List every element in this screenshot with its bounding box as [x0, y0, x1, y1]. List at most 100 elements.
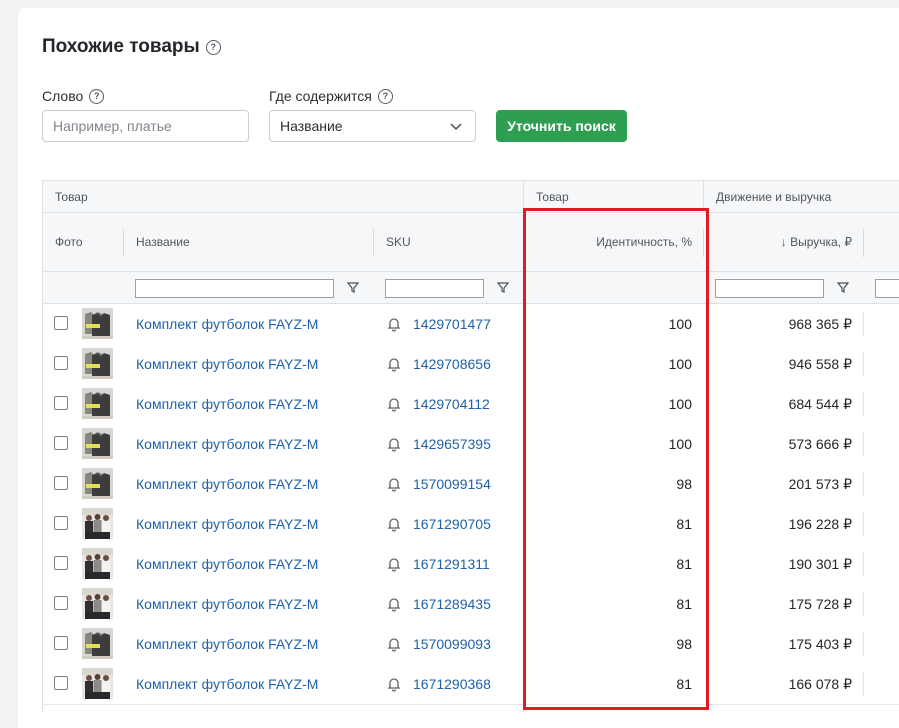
product-name-link[interactable]: Комплект футболок FAYZ-M	[136, 584, 318, 624]
row-checkbox[interactable]	[54, 436, 68, 450]
sku-link[interactable]: 1570099093	[413, 624, 491, 664]
table-row[interactable]: Комплект футболок FAYZ-M 1671291311 81 1…	[43, 544, 899, 585]
product-name-link[interactable]: Комплект футболок FAYZ-M	[136, 504, 318, 544]
table-row[interactable]: Комплект футболок FAYZ-M 1429704112 100 …	[43, 384, 899, 425]
product-photo-models-icon[interactable]	[82, 508, 113, 539]
table-row[interactable]: Комплект футболок FAYZ-M 1671289435 81 1…	[43, 584, 899, 625]
table-row[interactable]: Комплект футболок FAYZ-M 1671290705 81 1…	[43, 504, 899, 545]
bell-icon[interactable]	[386, 556, 402, 572]
row-checkbox[interactable]	[54, 556, 68, 570]
column-divider	[863, 552, 864, 576]
group-header-product: Товар	[55, 189, 88, 204]
bell-icon[interactable]	[386, 596, 402, 612]
product-photo-models-icon[interactable]	[82, 588, 113, 619]
help-icon[interactable]: ?	[205, 39, 221, 55]
product-name-link[interactable]: Комплект футболок FAYZ-M	[136, 544, 318, 584]
chevron-down-icon	[450, 123, 462, 131]
product-name-link[interactable]: Комплект футболок FAYZ-M	[136, 624, 318, 664]
revenue-value: 175 403 ₽	[788, 635, 852, 652]
column-divider	[863, 352, 864, 376]
bell-icon[interactable]	[386, 396, 402, 412]
identity-column-highlight	[523, 208, 709, 710]
col-header-revenue[interactable]: ↓ Выручка, ₽	[713, 213, 852, 271]
row-checkbox[interactable]	[54, 316, 68, 330]
table-row[interactable]: Комплект футболок FAYZ-M 1671290368 81 1…	[43, 664, 899, 705]
product-photo-shirts-icon[interactable]	[82, 348, 113, 379]
column-divider[interactable]	[373, 229, 374, 257]
help-icon[interactable]: ?	[89, 88, 105, 104]
column-divider[interactable]	[863, 229, 864, 257]
revenue-value: 946 558 ₽	[788, 355, 852, 372]
help-icon[interactable]: ?	[377, 88, 393, 104]
where-label-text: Где содержится	[269, 88, 372, 104]
product-photo-models-icon[interactable]	[82, 668, 113, 699]
bell-icon[interactable]	[386, 356, 402, 372]
word-label: Слово ?	[42, 88, 105, 104]
table-row[interactable]: Комплект футболок FAYZ-M 1570099154 98 2…	[43, 464, 899, 505]
revenue-filter-input[interactable]	[715, 279, 824, 298]
row-checkbox[interactable]	[54, 636, 68, 650]
bell-icon[interactable]	[386, 676, 402, 692]
filter-icon[interactable]	[836, 280, 850, 294]
product-name-link[interactable]: Комплект футболок FAYZ-M	[136, 304, 318, 344]
sku-link[interactable]: 1671291311	[413, 544, 490, 584]
column-divider[interactable]	[123, 229, 124, 257]
bell-icon[interactable]	[386, 516, 402, 532]
revenue-value: 573 666 ₽	[788, 435, 852, 452]
row-checkbox[interactable]	[54, 516, 68, 530]
next-filter-input[interactable]	[875, 279, 899, 298]
revenue-value: 196 228 ₽	[788, 515, 852, 532]
col-header-sku[interactable]: SKU	[386, 213, 411, 271]
product-name-link[interactable]: Комплект футболок FAYZ-M	[136, 464, 318, 504]
table-row[interactable]: Комплект футболок FAYZ-M 1570099093 98 1…	[43, 624, 899, 665]
sku-link[interactable]: 1570099154	[413, 464, 491, 504]
table-row[interactable]: Комплект футболок FAYZ-M 1429708656 100 …	[43, 344, 899, 385]
product-photo-shirts-icon[interactable]	[82, 468, 113, 499]
product-photo-shirts-icon[interactable]	[82, 628, 113, 659]
filter-icon[interactable]	[346, 280, 360, 294]
product-photo-shirts-icon[interactable]	[82, 308, 113, 339]
column-divider	[863, 632, 864, 656]
column-divider	[863, 312, 864, 336]
row-checkbox[interactable]	[54, 596, 68, 610]
row-checkbox[interactable]	[54, 676, 68, 690]
sku-link[interactable]: 1671290368	[413, 664, 491, 704]
where-select[interactable]: Название	[269, 110, 476, 142]
where-select-value: Название	[280, 118, 343, 134]
bell-icon[interactable]	[386, 636, 402, 652]
product-name-link[interactable]: Комплект футболок FAYZ-M	[136, 344, 318, 384]
page-title-text: Похожие товары	[42, 36, 200, 57]
product-name-link[interactable]: Комплект футболок FAYZ-M	[136, 424, 318, 464]
product-name-link[interactable]: Комплект футболок FAYZ-M	[136, 384, 318, 424]
word-search-input[interactable]: Например, платье	[42, 110, 249, 142]
sku-link[interactable]: 1429708656	[413, 344, 491, 384]
sku-link[interactable]: 1429701477	[413, 304, 491, 344]
name-filter-input[interactable]	[135, 279, 334, 298]
revenue-value: 201 573 ₽	[788, 475, 852, 492]
bell-icon[interactable]	[386, 436, 402, 452]
col-header-name[interactable]: Название	[136, 213, 190, 271]
sku-link[interactable]: 1671290705	[413, 504, 491, 544]
bell-icon[interactable]	[386, 316, 402, 332]
group-header-row: Товар Товар Движение и выручка	[43, 181, 899, 213]
sku-link[interactable]: 1429704112	[413, 384, 490, 424]
table-row[interactable]: Комплект футболок FAYZ-M 1429657395 100 …	[43, 424, 899, 465]
filter-icon[interactable]	[496, 280, 510, 294]
sku-filter-input[interactable]	[385, 279, 484, 298]
sku-link[interactable]: 1429657395	[413, 424, 491, 464]
product-photo-shirts-icon[interactable]	[82, 388, 113, 419]
column-divider	[863, 672, 864, 696]
product-name-link[interactable]: Комплект футболок FAYZ-M	[136, 664, 318, 704]
table-row[interactable]: Комплект футболок FAYZ-M 1429701477 100 …	[43, 304, 899, 345]
refine-search-button[interactable]: Уточнить поиск	[496, 110, 627, 142]
column-divider	[863, 472, 864, 496]
sku-link[interactable]: 1671289435	[413, 584, 491, 624]
row-checkbox[interactable]	[54, 356, 68, 370]
col-header-photo[interactable]: Фото	[55, 213, 83, 271]
bell-icon[interactable]	[386, 476, 402, 492]
row-checkbox[interactable]	[54, 476, 68, 490]
row-checkbox[interactable]	[54, 396, 68, 410]
column-divider	[863, 592, 864, 616]
product-photo-shirts-icon[interactable]	[82, 428, 113, 459]
product-photo-models-icon[interactable]	[82, 548, 113, 579]
